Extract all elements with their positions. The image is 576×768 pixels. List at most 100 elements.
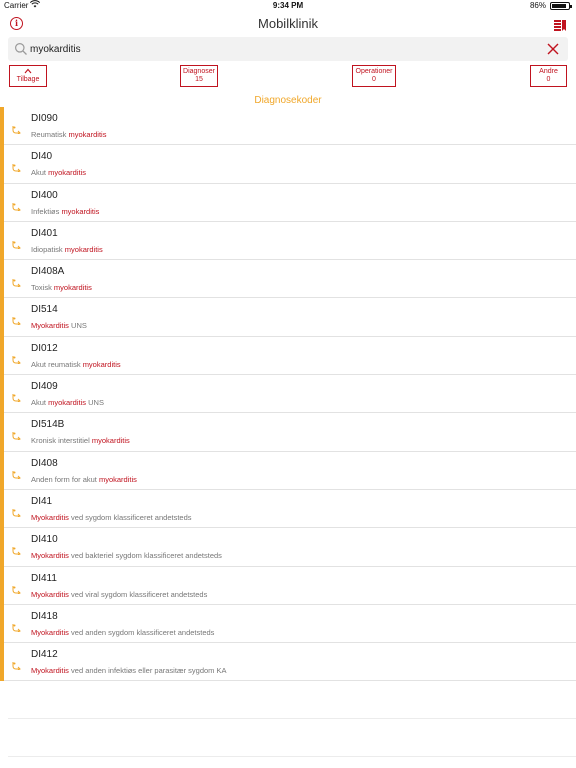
stethoscope-icon <box>12 619 21 633</box>
description-prefix: Reumatisk <box>31 130 69 139</box>
row-accent-bar <box>0 336 4 376</box>
stethoscope-icon <box>12 466 21 480</box>
description-prefix: Anden form for akut <box>31 474 99 484</box>
diagnosis-description: Myokarditis UNS <box>31 321 87 330</box>
row-accent-bar <box>0 413 4 452</box>
description-highlight: myokarditis <box>64 244 103 254</box>
stethoscope-icon <box>12 159 21 173</box>
diagnosis-code: DI400 <box>31 189 58 201</box>
diagnosis-code: DI401 <box>31 227 58 239</box>
diagnosis-description: Akut reumatisk myokarditis <box>31 360 121 369</box>
list-item[interactable]: DI410 Myokarditis ved bakteriel sygdom kl… <box>0 528 576 567</box>
stethoscope-icon <box>12 542 21 556</box>
description-suffix: UNS <box>86 398 104 408</box>
diagnosis-description: Myokarditis ved bakteriel sygdom klassif… <box>31 551 222 560</box>
row-accent-bar <box>0 260 4 299</box>
description-prefix: Akut <box>31 168 49 178</box>
list-item[interactable]: DI090 Reumatisk myokarditis <box>0 107 576 146</box>
description-suffix: ved bakteriel sygdom klassificeret andet… <box>68 551 222 561</box>
clock: 9:34 PM <box>272 1 304 10</box>
diagnosis-description: Toxisk myokarditis <box>31 283 92 292</box>
diagnosis-description: Akut myokarditis <box>31 168 86 177</box>
diagnoser-filter-button[interactable]: Diagnoser 15 <box>180 65 218 87</box>
description-highlight: Myokarditis <box>31 666 69 676</box>
list-item[interactable]: DI409 Akut myokarditis UNS <box>0 375 576 414</box>
row-accent-bar <box>0 451 4 490</box>
diagnosis-code: DI514 <box>31 304 58 316</box>
operationer-filter-button[interactable]: Operationer 0 <box>352 65 396 87</box>
stethoscope-icon <box>12 351 21 365</box>
search-input[interactable] <box>30 40 530 58</box>
row-accent-bar <box>0 145 4 184</box>
diagnosis-description: Idiopatisk myokarditis <box>31 245 103 254</box>
stethoscope-icon <box>12 236 21 250</box>
stethoscope-icon <box>12 427 21 441</box>
row-accent-bar <box>0 643 4 682</box>
andre-label: Andre <box>539 68 558 75</box>
list-item[interactable]: DI400 Infektiøs myokarditis <box>0 183 576 223</box>
list-item[interactable]: DI012 Akut reumatisk myokarditis <box>0 336 576 376</box>
row-accent-bar <box>0 528 4 567</box>
list-item[interactable]: DI41 Myokarditis ved sygdom klassificeret… <box>0 489 576 529</box>
description-highlight: myokarditis <box>82 359 121 369</box>
diagnosis-code: DI418 <box>31 610 58 622</box>
list-item[interactable]: DI401 Idiopatisk myokarditis <box>0 221 576 261</box>
results-list: DI090 Reumatisk myokarditis DI40 Akut myoka… <box>0 107 576 682</box>
list-item[interactable]: DI40 Akut myokarditis <box>0 145 576 184</box>
description-suffix: ved viral sygdom klassificeret andetsted… <box>68 589 208 599</box>
operationer-count: 0 <box>372 76 376 83</box>
description-highlight: myokarditis <box>48 398 87 408</box>
row-accent-bar <box>0 604 4 644</box>
diagnoser-count: 15 <box>195 76 203 83</box>
row-accent-bar <box>0 375 4 414</box>
diagnosis-description: Myokarditis ved viral sygdom klassificer… <box>31 590 207 599</box>
diagnosis-code: DI40 <box>31 151 53 163</box>
back-button[interactable]: Tilbage <box>9 65 47 87</box>
description-prefix: Kronisk interstitiel <box>31 436 92 446</box>
description-prefix: Akut <box>31 398 49 408</box>
description-highlight: myokarditis <box>61 206 100 216</box>
list-item[interactable]: DI418 Myokarditis ved anden sygdom klassi… <box>0 604 576 644</box>
empty-row-divider <box>8 718 576 719</box>
description-prefix: Infektiøs <box>31 206 62 216</box>
diagnosis-code: DI012 <box>31 342 58 354</box>
operationer-label: Operationer <box>355 68 393 75</box>
description-suffix: ved anden infektiøs eller parasitær sygd… <box>68 666 227 676</box>
list-item[interactable]: DI411 Myokarditis ved viral sygdom klassi… <box>0 566 576 606</box>
diagnosis-code: DI409 <box>31 381 58 393</box>
list-item[interactable]: DI514B Kronisk interstitiel myokarditis <box>0 413 576 452</box>
andre-filter-button[interactable]: Andre 0 <box>530 65 567 87</box>
row-accent-bar <box>0 298 4 337</box>
diagnosis-code: DI090 <box>31 113 58 124</box>
stethoscope-icon <box>12 274 21 288</box>
diagnosis-description: Reumatisk myokarditis <box>31 130 106 139</box>
diagnosis-code: DI412 <box>31 649 58 661</box>
row-accent-bar <box>0 107 4 146</box>
close-icon[interactable] <box>546 42 560 56</box>
description-highlight: myokarditis <box>91 436 130 446</box>
stethoscope-icon <box>12 312 21 326</box>
stethoscope-icon <box>12 504 21 518</box>
list-item[interactable]: DI412 Myokarditis ved anden infektiøs ell… <box>0 643 576 682</box>
diagnosis-code: DI408A <box>31 266 65 278</box>
row-accent-bar <box>0 566 4 605</box>
diagnosis-code: DI411 <box>31 572 57 584</box>
chevron-up-icon <box>10 68 46 76</box>
diagnosis-description: Anden form for akut myokarditis <box>31 475 137 484</box>
list-item[interactable]: DI514 Myokarditis UNS <box>0 298 576 338</box>
diagnosis-description: Myokarditis ved anden sygdom klassificer… <box>31 628 214 637</box>
stethoscope-icon <box>12 657 21 671</box>
description-prefix: Toxisk <box>31 283 54 293</box>
list-item[interactable]: DI408 Anden form for akut myokarditis <box>0 451 576 491</box>
diagnosis-code: DI408 <box>31 457 58 469</box>
book-icon[interactable] <box>554 18 566 31</box>
description-suffix: ved anden sygdom klassificeret andetsted… <box>68 627 215 637</box>
description-suffix: UNS <box>68 321 87 331</box>
battery-icon <box>550 2 572 10</box>
diagnosis-description: Myokarditis ved sygdom klassificeret and… <box>31 513 192 522</box>
diagnosis-description: Infektiøs myokarditis <box>31 207 99 216</box>
description-highlight: Myokarditis <box>31 551 69 561</box>
diagnosis-code: DI41 <box>31 495 53 507</box>
list-item[interactable]: DI408A Toxisk myokarditis <box>0 260 576 299</box>
empty-row-divider <box>8 756 576 757</box>
